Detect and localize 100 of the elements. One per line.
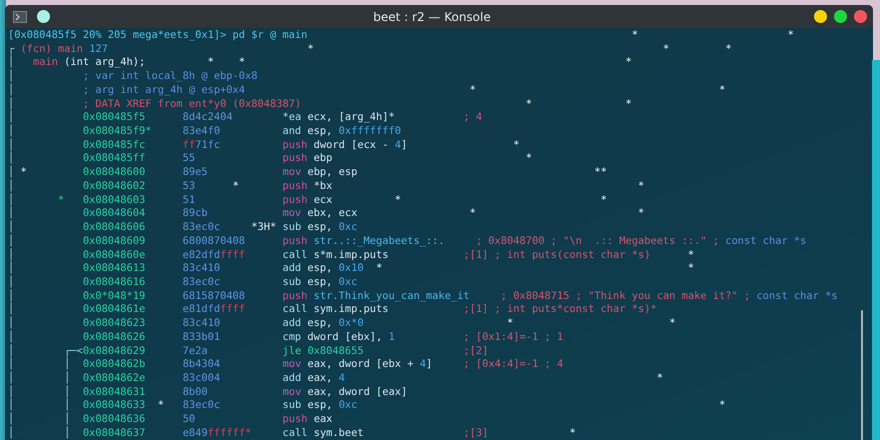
code-comment: ; [0x4:4]=-1 ; 4 [463,358,564,370]
opcode-bytes: e82dfd [182,248,220,260]
star-mark: * [208,56,214,68]
address-text: 0x080485f5 [82,111,146,124]
flow-line: ┌ [8,42,14,55]
flow-line: │ [8,276,14,288]
address-text: 0x08048616 [82,276,146,288]
number-literal: 0xc [338,276,358,288]
instruction-operand: ebx, ecx [307,207,358,220]
opcode-bytes: 8b00 [182,386,208,398]
code-text: (int arg_4h); [64,56,146,68]
address-text: 0x080485f9* [82,125,152,138]
flow-line: │ [8,180,14,192]
code-comment: const char *s [756,290,838,302]
instruction-mnemonic: add [282,262,302,274]
instruction-mnemonic: sub [282,276,302,288]
star-mark: * [656,372,664,384]
opcode-bytes: ffff [220,248,246,260]
flow-line: │ [8,56,14,68]
flow-line: │ [8,207,14,220]
pin-button[interactable] [37,10,50,23]
instruction-mnemonic: push [282,234,308,247]
address-text: 0x0*048*19 [82,290,146,302]
instruction-operand: ecx, [arg_4h]* [307,111,395,124]
flow-line: │ [64,372,70,384]
flow-line: │ [8,84,14,96]
star-mark: * [719,399,726,412]
code-comment: ;[3] [463,426,488,439]
flow-line: │ [8,262,14,274]
address-text: 0x08048609 [82,234,146,247]
instruction-mnemonic: *ea [282,111,302,124]
instruction-operand: esp, [307,276,332,288]
number-literal: 127 [89,42,108,55]
instruction-mnemonic: push [282,290,308,302]
star-mark: * [470,84,476,96]
opcode-bytes: 6815870408 [182,290,246,302]
window-title: beet : r2 — Konsole [372,10,492,24]
star-mark: * [20,166,27,178]
number-literal: 0xc [338,399,358,412]
flow-line: │ [64,413,70,426]
opcode-bytes: 89e5 [182,166,208,178]
flow-line: │ [8,152,14,164]
opcode-bytes: 833b01 [182,330,220,343]
opcode-bytes: ffffff* [208,426,252,439]
scrollbar[interactable] [861,310,863,440]
star-mark: * [394,194,402,206]
instruction-operand: sym.beet [314,426,364,439]
star-mark: * [626,98,632,110]
opcode-bytes: e849 [182,426,208,439]
instruction-operand: esp, [307,262,332,274]
address-text: 0x08048623 [82,317,146,330]
opcode-bytes: 71fc [195,138,220,151]
instruction-mnemonic: call [282,248,308,260]
address-text: 0x08048636 [82,413,146,426]
flow-line: │ [8,290,14,302]
code-comment: ; arg int arg_4h @ esp+0x4 [82,84,246,96]
address-text: 0x08048600 [82,166,146,178]
flow-line: │ [8,98,14,110]
star-mark: * [626,56,632,68]
terminal-icon[interactable] [13,10,27,22]
instruction-mnemonic: cmp [282,330,302,343]
instruction-mnemonic: sub [282,221,302,234]
flow-line: │ [64,399,70,412]
instruction-operand: ebp, esp [307,166,358,178]
minimize-button[interactable] [814,10,827,23]
address-text: 0x0804862b [82,358,146,370]
star-mark: * [376,262,382,274]
opcode-bytes: 89cb [182,207,208,220]
flow-line: │ [8,248,14,260]
instruction-mnemonic: jle [282,344,302,357]
instruction-operand: dword [ecx - [314,138,389,151]
address-text: 0x08048637 [82,426,146,439]
star-mark: * [638,180,644,192]
flow-line: │ [8,330,14,343]
instruction-operand: ecx [314,194,332,206]
star-mark: * [513,138,520,151]
star-mark: * [638,207,644,220]
opcode-bytes: 53 [182,180,196,192]
instruction-operand: eax, dword [ebx + [307,358,414,370]
instruction-operand: *bx [314,180,332,192]
instruction-operand: sym.imp.puts [314,303,388,316]
number-literal: 1 [388,330,395,343]
number-literal: 0x10 [338,262,364,274]
instruction-mnemonic: call [282,303,308,316]
code-comment: ;[1] ; int puts(const char *s) [463,248,650,260]
instruction-operand: esp, [307,399,332,412]
code-comment: ; 0x8048700 ; "\n .:: Megabeets ::." ; [476,234,720,247]
flow-line: │ [64,426,70,439]
maximize-button[interactable] [834,10,847,23]
flow-line: │ [8,386,14,398]
flow-line: │ [8,372,14,384]
number-literal: 0x*0 [338,317,364,330]
close-button[interactable] [854,10,867,23]
opcode-bytes: 83ec0c [182,276,220,288]
opcode-bytes: 83c004 [182,372,220,384]
opcode-bytes: 8b4304 [182,358,220,370]
shell-prompt: [0x080485f5 20% 205 mega*eets_0x1]> pd $r @ main [8,29,308,41]
flow-line: │ [8,234,14,247]
flow-line: ┌─< [64,344,83,357]
code-comment: ; 0x8048715 ; "Think you can make it?" ; [500,290,750,302]
